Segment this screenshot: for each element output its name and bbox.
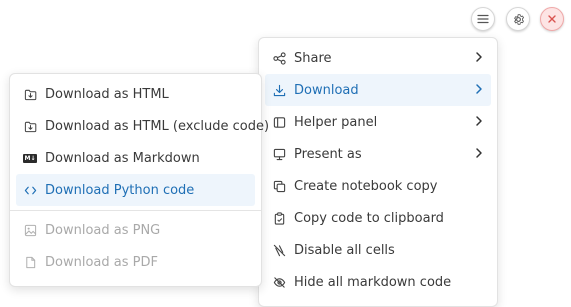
menu-item-disable-all-cells[interactable]: Disable all cells — [265, 234, 491, 266]
file-download-icon — [23, 87, 37, 101]
share-icon — [272, 51, 286, 65]
submenu-item-label: Download as HTML — [45, 86, 169, 102]
submenu-item-download-python-code[interactable]: Download Python code — [16, 174, 255, 206]
submenu-item-label: Download as PDF — [45, 254, 158, 270]
disable-icon — [272, 243, 286, 257]
chevron-right-icon — [475, 83, 483, 99]
menu-button[interactable] — [471, 7, 495, 31]
menu-item-label: Disable all cells — [294, 242, 395, 258]
settings-button[interactable] — [506, 7, 530, 31]
gear-icon — [512, 13, 525, 26]
file-icon — [23, 255, 37, 269]
close-icon — [547, 14, 557, 24]
submenu-item-label: Download as PNG — [45, 222, 161, 238]
presentation-icon — [272, 147, 286, 161]
image-icon — [23, 223, 37, 237]
markdown-icon: M↓ — [23, 151, 37, 165]
eye-off-icon — [272, 275, 286, 289]
menu-item-label: Create notebook copy — [294, 178, 438, 194]
menu-item-create-notebook-copy[interactable]: Create notebook copy — [265, 170, 491, 202]
submenu-item-download-html[interactable]: Download as HTML — [16, 78, 255, 110]
submenu-item-label: Download as Markdown — [45, 150, 200, 166]
download-submenu: Download as HTML Download as HTML (exclu… — [9, 73, 269, 287]
menu-item-label: Copy code to clipboard — [294, 210, 444, 226]
menu-item-copy-code-to-clipboard[interactable]: Copy code to clipboard — [265, 202, 491, 234]
menu-item-label: Share — [294, 50, 332, 66]
submenu-item-download-pdf: Download as PDF — [16, 246, 255, 278]
menu-item-present-as[interactable]: Present as — [265, 138, 491, 170]
code-icon — [23, 183, 37, 197]
menu-item-label: Hide all markdown code — [294, 274, 452, 290]
submenu-item-download-png: Download as PNG — [16, 214, 255, 246]
main-menu: Share Download Helper panel Present as C… — [258, 37, 498, 307]
menu-item-download[interactable]: Download — [265, 74, 491, 106]
menu-item-label: Present as — [294, 146, 362, 162]
menu-item-hide-all-markdown-code[interactable]: Hide all markdown code — [265, 266, 491, 298]
download-icon — [272, 83, 286, 97]
hamburger-icon — [477, 14, 489, 24]
menu-item-share[interactable]: Share — [265, 42, 491, 74]
menu-item-label: Helper panel — [294, 114, 378, 130]
submenu-item-download-markdown[interactable]: M↓ Download as Markdown — [16, 142, 255, 174]
menu-item-label: Download — [294, 82, 359, 98]
close-button[interactable] — [540, 7, 564, 31]
submenu-item-label: Download as HTML (exclude code) — [45, 118, 270, 134]
file-download-icon — [23, 119, 37, 133]
panel-icon — [272, 115, 286, 129]
markdown-badge: M↓ — [23, 153, 37, 163]
copy-icon — [272, 179, 286, 193]
menu-divider — [10, 210, 261, 211]
menu-item-helper-panel[interactable]: Helper panel — [265, 106, 491, 138]
submenu-item-label: Download Python code — [45, 182, 195, 198]
chevron-right-icon — [475, 115, 483, 131]
chevron-right-icon — [475, 51, 483, 67]
chevron-right-icon — [475, 147, 483, 163]
clipboard-icon — [272, 211, 286, 225]
submenu-item-download-html-exclude-code[interactable]: Download as HTML (exclude code) — [16, 110, 269, 142]
